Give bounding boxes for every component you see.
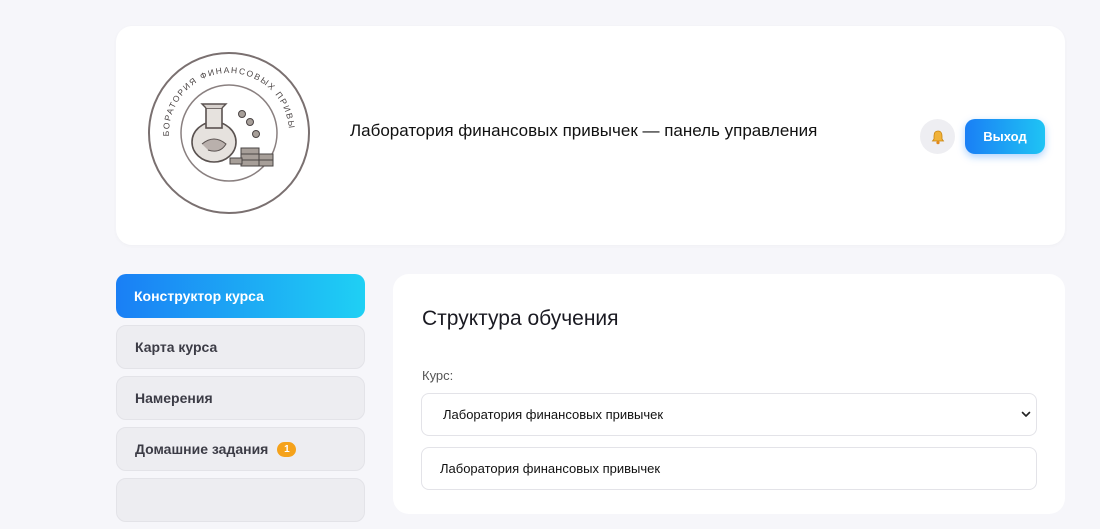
sidebar: Конструктор курса Карта курса Намерения … (116, 274, 365, 529)
sidebar-item-label: Карта курса (135, 339, 218, 355)
sidebar-item-label: Конструктор курса (134, 288, 264, 304)
sidebar-item-course-map[interactable]: Карта курса (116, 325, 365, 369)
logout-button[interactable]: Выход (965, 119, 1045, 154)
page-title: Лаборатория финансовых привычек — панель… (350, 121, 818, 140)
main-panel: Структура обучения Курс: Лаборатория фин… (393, 274, 1065, 514)
course-name-input[interactable] (421, 447, 1037, 490)
course-label: Курс: (422, 368, 454, 383)
bell-icon (931, 130, 944, 144)
sidebar-item-homework[interactable]: Домашние задания 1 (116, 427, 365, 471)
notifications-button[interactable] (920, 119, 955, 154)
sidebar-item-course-builder[interactable]: Конструктор курса (116, 274, 365, 318)
course-select-value: Лаборатория финансовых привычек (443, 407, 664, 422)
sidebar-item-label: Намерения (135, 390, 213, 406)
chevron-down-icon (1021, 411, 1031, 417)
sidebar-item-label: Домашние задания (135, 441, 269, 457)
sidebar-item-intentions[interactable]: Намерения (116, 376, 365, 420)
logo: ЛАБОРАТОРИЯ ФИНАНСОВЫХ ПРИВЫЧЕК (146, 50, 310, 214)
sidebar-item-next[interactable] (116, 478, 365, 522)
flask-coins-icon (191, 103, 274, 167)
course-select[interactable]: Лаборатория финансовых привычек (421, 393, 1037, 436)
header-card: ЛАБОРАТОРИЯ ФИНАНСОВЫХ ПРИВЫЧЕК Лаборато… (116, 26, 1065, 245)
section-title: Структура обучения (422, 307, 619, 330)
homework-count-badge: 1 (277, 441, 297, 457)
